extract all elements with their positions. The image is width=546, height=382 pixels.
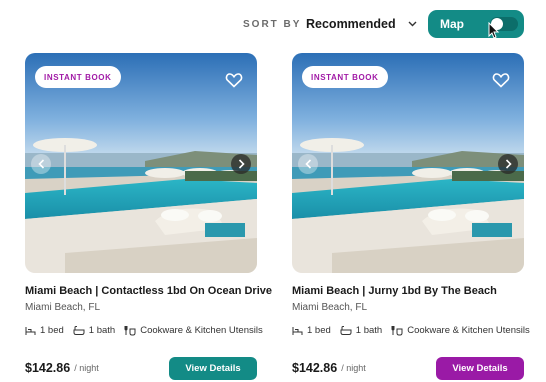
cookware-icon bbox=[124, 326, 136, 336]
listing-photo[interactable]: INSTANT BOOK bbox=[292, 53, 524, 273]
chevron-left-icon bbox=[304, 159, 311, 169]
heart-icon[interactable] bbox=[492, 72, 510, 88]
bath-icon bbox=[73, 326, 85, 335]
bed-icon bbox=[25, 327, 36, 335]
sort-selected-value: Recommended bbox=[306, 17, 396, 31]
listing-title[interactable]: Miami Beach | Contactless 1bd On Ocean D… bbox=[25, 285, 272, 297]
beds-amenity: 1 bed bbox=[25, 325, 64, 336]
price-row: $142.86 / night View Details bbox=[25, 357, 257, 380]
listing-photo[interactable]: INSTANT BOOK bbox=[25, 53, 257, 273]
kitchen-amenity: Cookware & Kitchen Utensils bbox=[124, 325, 263, 336]
listing-card[interactable]: INSTANT BOOK Miami Beach | Jurny 1bd By … bbox=[292, 53, 530, 380]
chevron-left-icon bbox=[37, 159, 44, 169]
kitchen-label: Cookware & Kitchen Utensils bbox=[140, 325, 263, 336]
bed-icon bbox=[292, 327, 303, 335]
view-details-button[interactable]: View Details bbox=[436, 357, 524, 380]
listing-location: Miami Beach, FL bbox=[25, 302, 101, 313]
chevron-down-icon bbox=[406, 18, 418, 30]
instant-book-badge: INSTANT BOOK bbox=[35, 66, 121, 88]
beds-amenity: 1 bed bbox=[292, 325, 331, 336]
listing-title[interactable]: Miami Beach | Jurny 1bd By The Beach bbox=[292, 285, 524, 297]
map-toggle-button[interactable]: Map bbox=[428, 10, 524, 38]
nightly-price: $142.86 bbox=[292, 361, 338, 375]
chevron-right-icon bbox=[238, 159, 245, 169]
baths-label: 1 bath bbox=[88, 325, 116, 336]
bath-icon bbox=[340, 326, 352, 335]
previous-photo-button[interactable] bbox=[31, 154, 51, 174]
sort-dropdown[interactable]: Recommended bbox=[306, 11, 418, 37]
baths-amenity: 1 bath bbox=[73, 325, 115, 336]
listing-location: Miami Beach, FL bbox=[292, 302, 368, 313]
listing-card[interactable]: INSTANT BOOK Miami Beach | Contactless 1… bbox=[25, 53, 272, 380]
sort-by-label: SORT BY bbox=[243, 19, 302, 30]
previous-photo-button[interactable] bbox=[298, 154, 318, 174]
per-night-label: / night bbox=[74, 363, 99, 373]
baths-amenity: 1 bath bbox=[340, 325, 382, 336]
price-row: $142.86 / night View Details bbox=[292, 357, 524, 380]
next-photo-button[interactable] bbox=[231, 154, 251, 174]
amenities-row: 1 bed 1 bath Cookware & Kitchen Utensils bbox=[292, 325, 530, 336]
heart-icon[interactable] bbox=[225, 72, 243, 88]
beds-label: 1 bed bbox=[40, 325, 64, 336]
view-details-button[interactable]: View Details bbox=[169, 357, 257, 380]
mouse-cursor-icon bbox=[488, 22, 500, 39]
per-night-label: / night bbox=[341, 363, 366, 373]
beds-label: 1 bed bbox=[307, 325, 331, 336]
instant-book-badge: INSTANT BOOK bbox=[302, 66, 388, 88]
cookware-icon bbox=[391, 326, 403, 336]
kitchen-label: Cookware & Kitchen Utensils bbox=[407, 325, 530, 336]
next-photo-button[interactable] bbox=[498, 154, 518, 174]
nightly-price: $142.86 bbox=[25, 361, 71, 375]
map-label: Map bbox=[440, 17, 464, 31]
baths-label: 1 bath bbox=[355, 325, 383, 336]
kitchen-amenity: Cookware & Kitchen Utensils bbox=[391, 325, 530, 336]
results-toolbar: SORT BY Recommended Map bbox=[0, 8, 546, 42]
amenities-row: 1 bed 1 bath Cookware & Kitchen Utensils bbox=[25, 325, 263, 336]
chevron-right-icon bbox=[505, 159, 512, 169]
